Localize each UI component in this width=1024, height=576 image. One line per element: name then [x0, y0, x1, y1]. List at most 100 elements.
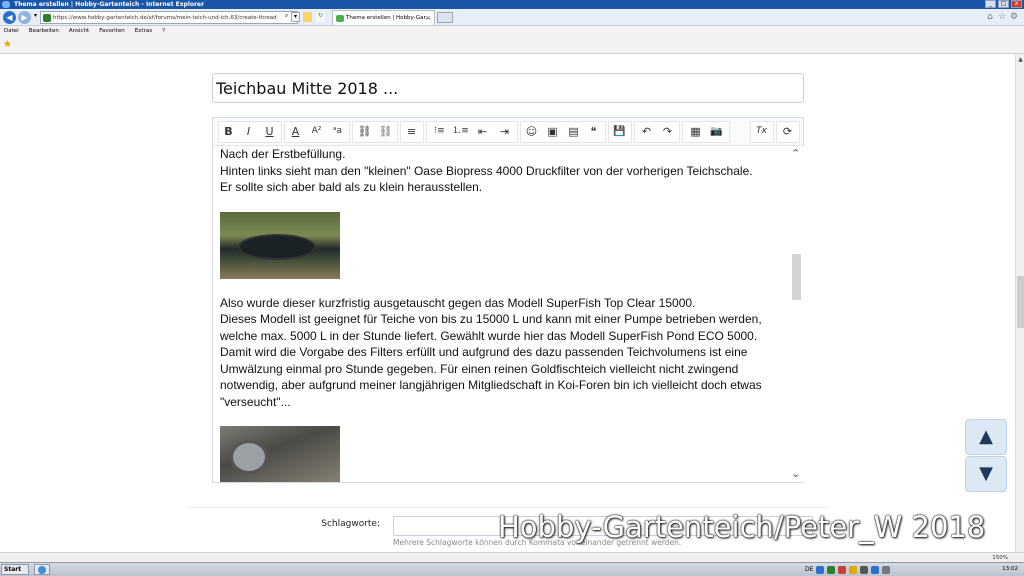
- tab-favicon-icon: [336, 15, 344, 22]
- page-scroll-thumb[interactable]: [1017, 276, 1024, 328]
- watermark-text: Hobby-Gartenteich/Peter_W 2018: [498, 510, 986, 544]
- address-bar[interactable]: https://www.hobby-gartenteich.de/xf/foru…: [40, 11, 298, 24]
- menu-extras[interactable]: Extras: [135, 26, 152, 37]
- undo-icon[interactable]: ↶: [638, 123, 655, 140]
- filter-photo-2[interactable]: [220, 426, 340, 482]
- text-line: welche max. 5000 L in der Stunde liefert…: [220, 328, 758, 343]
- window-controls: _ □ x: [985, 0, 1022, 9]
- remove-format-icon[interactable]: Tx: [753, 123, 770, 140]
- address-dropdown-icon[interactable]: ▾: [291, 12, 300, 22]
- text-line: Nach der Erstbefüllung.: [220, 147, 346, 161]
- menu-ansicht[interactable]: Ansicht: [69, 26, 89, 37]
- editor-scroll-thumb[interactable]: [792, 254, 801, 300]
- address-url[interactable]: https://www.hobby-gartenteich.de/xf/foru…: [53, 12, 277, 24]
- menu-bar: Datei Bearbeiten Ansicht Favoriten Extra…: [0, 26, 1024, 37]
- text-line: Hinten links sieht man den "kleinen" Oas…: [220, 163, 753, 178]
- lock-icon[interactable]: [303, 12, 312, 22]
- refresh-icon[interactable]: ↻: [316, 12, 325, 22]
- redo-icon[interactable]: ↷: [659, 123, 676, 140]
- tray-icon[interactable]: [871, 565, 880, 574]
- clock[interactable]: 13:02: [1002, 564, 1018, 575]
- font-family-icon[interactable]: ᵃa: [329, 123, 346, 140]
- font-size-icon[interactable]: A²: [308, 123, 325, 140]
- new-tab-button[interactable]: [437, 12, 453, 23]
- text-line: Also wurde dieser kurzfristig ausgetausc…: [220, 295, 696, 310]
- tab-label: Thema erstellen | Hobby-Gar...: [346, 15, 431, 21]
- text-line: Dieses Modell ist geeignet für Teiche vo…: [220, 312, 762, 326]
- thread-title-field[interactable]: [212, 73, 804, 103]
- tags-label: Schlagworte:: [321, 519, 380, 529]
- menu-help[interactable]: ?: [162, 26, 165, 37]
- insert-link-icon[interactable]: ⛓: [356, 123, 373, 140]
- editor-scrollbar[interactable]: ⌃ ⌄: [789, 146, 804, 482]
- scroll-to-top-button[interactable]: ▲: [965, 419, 1007, 455]
- close-button[interactable]: x: [1011, 0, 1022, 8]
- tray-icon[interactable]: [827, 565, 836, 574]
- bold-icon[interactable]: B: [220, 123, 237, 140]
- site-favicon-icon: [43, 14, 51, 22]
- text-line: "verseucht"...: [220, 394, 291, 409]
- taskbar-ie-button[interactable]: [34, 564, 50, 575]
- chevron-up-icon[interactable]: ⌃: [791, 147, 800, 160]
- page-scrollbar[interactable]: ▲ ▼: [1015, 54, 1024, 562]
- scroll-up-arrow-icon[interactable]: ▲: [1016, 56, 1024, 63]
- tray-icon[interactable]: [860, 565, 869, 574]
- gear-icon[interactable]: ⚙: [1009, 12, 1019, 22]
- save-draft-icon[interactable]: 💾: [611, 123, 628, 140]
- minimize-button[interactable]: _: [985, 0, 996, 8]
- search-icon[interactable]: ⌕: [282, 12, 291, 22]
- scroll-to-bottom-button[interactable]: ▼: [965, 456, 1007, 492]
- tray-icon[interactable]: [816, 565, 825, 574]
- bullet-list-icon[interactable]: ⁝≡: [431, 123, 448, 140]
- underline-icon[interactable]: U: [261, 123, 278, 140]
- tray-icon[interactable]: [849, 565, 858, 574]
- outdent-icon[interactable]: ⇤: [474, 123, 491, 140]
- add-favorite-star-icon[interactable]: ★: [3, 39, 12, 50]
- indent-icon[interactable]: ⇥: [496, 123, 513, 140]
- rich-text-editor: B I U A A² ᵃa ⛓ ⛓ ≡ ⁝≡ ⒈≡ ⇤ ⇥ ☺ ▣ ▤ ❝ 💾 …: [212, 117, 804, 483]
- forward-arrow-icon[interactable]: ▶: [18, 11, 31, 24]
- menu-bearbeiten[interactable]: Bearbeiten: [29, 26, 59, 37]
- tray-icon[interactable]: [838, 565, 847, 574]
- speaker-icon[interactable]: [882, 565, 891, 574]
- ie-icon: [2, 1, 10, 8]
- taskbar: Start DE 13:02: [0, 562, 1024, 576]
- thread-title-input[interactable]: [213, 74, 803, 102]
- start-button[interactable]: Start: [1, 564, 29, 575]
- numbered-list-icon[interactable]: ⒈≡: [452, 123, 469, 140]
- form-divider: [188, 507, 828, 508]
- font-color-icon[interactable]: A: [287, 123, 304, 140]
- language-indicator[interactable]: DE: [805, 564, 813, 575]
- browser-status-bar: 150%: [0, 552, 1024, 562]
- favorites-star-icon[interactable]: ☆: [997, 12, 1007, 22]
- editor-content[interactable]: Nach der Erstbefüllung. Hinten links sie…: [213, 146, 789, 482]
- browser-nav-row: ◀ ▶ ▾ https://www.hobby-gartenteich.de/x…: [0, 9, 1024, 26]
- window-title: Thema erstellen | Hobby-Gartenteich - In…: [14, 1, 205, 8]
- text-line: Er sollte sich aber bald als zu klein he…: [220, 180, 483, 194]
- toggle-bbcode-icon[interactable]: ⟳: [779, 123, 796, 140]
- pond-photo-1[interactable]: [220, 211, 340, 279]
- ie-icon: [38, 566, 46, 574]
- smilies-icon[interactable]: ☺: [523, 123, 540, 140]
- tab-close-icon[interactable]: ×: [425, 11, 431, 26]
- insert-image-icon[interactable]: ▣: [544, 123, 561, 140]
- home-icon[interactable]: ⌂: [985, 12, 995, 22]
- bbcode-view-icon[interactable]: ▦: [687, 123, 704, 140]
- align-icon[interactable]: ≡: [403, 123, 420, 140]
- chevron-down-icon[interactable]: ⌄: [791, 467, 800, 480]
- browser-tab[interactable]: Thema erstellen | Hobby-Gar... ×: [332, 10, 435, 25]
- back-arrow-icon[interactable]: ◀: [3, 11, 16, 24]
- quote-icon[interactable]: ❝: [585, 123, 602, 140]
- text-line: notwendig, aber aufgrund meiner langjähr…: [220, 378, 762, 392]
- italic-icon[interactable]: I: [240, 123, 257, 140]
- media-icon[interactable]: ▤: [565, 123, 582, 140]
- text-line: Umwälzung einmal pro Stunde gegeben. Für…: [220, 361, 739, 376]
- menu-favoriten[interactable]: Favoriten: [99, 26, 124, 37]
- text-line: Damit wird die Vorgabe des Filters erfül…: [220, 345, 748, 359]
- menu-datei[interactable]: Datei: [4, 26, 19, 37]
- maximize-button[interactable]: □: [998, 0, 1009, 8]
- editor-toolbar: B I U A A² ᵃa ⛓ ⛓ ≡ ⁝≡ ⒈≡ ⇤ ⇥ ☺ ▣ ▤ ❝ 💾 …: [213, 118, 803, 146]
- remove-link-icon[interactable]: ⛓: [377, 123, 394, 140]
- camera-icon[interactable]: 📷: [708, 123, 725, 140]
- history-dropdown-icon[interactable]: ▾: [31, 12, 40, 22]
